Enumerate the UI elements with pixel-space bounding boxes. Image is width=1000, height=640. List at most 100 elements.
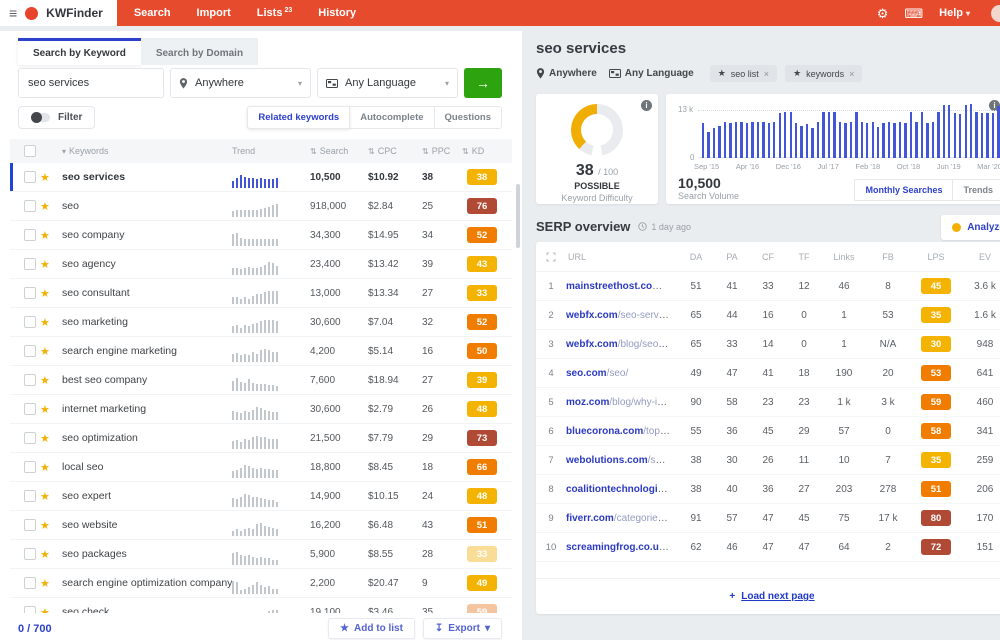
- row-checkbox[interactable]: [24, 316, 36, 328]
- row-checkbox[interactable]: [24, 432, 36, 444]
- favorite-star-icon[interactable]: ★: [40, 316, 62, 329]
- table-row[interactable]: ★seo marketing30,600$7.043252: [10, 308, 512, 337]
- serp-column-header-fb[interactable]: FB: [866, 252, 910, 262]
- keyword-search-input[interactable]: [18, 68, 164, 98]
- load-next-page-link[interactable]: + Load next page: [536, 578, 1000, 614]
- table-row[interactable]: ★seo agency23,400$13.423943: [10, 250, 512, 279]
- table-row[interactable]: ★search engine marketing4,200$5.141650: [10, 337, 512, 366]
- serp-column-header-ev[interactable]: EV: [962, 252, 1000, 262]
- table-row[interactable]: ★search engine optimization company2,200…: [10, 569, 512, 598]
- table-row[interactable]: ★seo check19,100$3.463559: [10, 598, 512, 613]
- table-row[interactable]: ★internet marketing30,600$2.792648: [10, 395, 512, 424]
- keyword-list-tag[interactable]: ★seo list×: [710, 65, 777, 82]
- favorite-star-icon[interactable]: ★: [40, 461, 62, 474]
- url-domain-link[interactable]: seo.com: [566, 368, 607, 379]
- favorite-star-icon[interactable]: ★: [40, 200, 62, 213]
- url-cell[interactable]: seo.com/seo/: [566, 368, 678, 379]
- row-checkbox[interactable]: [24, 461, 36, 473]
- serp-column-header-links[interactable]: Links: [822, 252, 866, 262]
- hamburger-menu-icon[interactable]: ≡: [9, 6, 17, 20]
- nav-item-lists[interactable]: Lists23: [244, 0, 305, 26]
- url-domain-link[interactable]: screamingfrog.co.uk: [566, 542, 669, 553]
- ppc-column-header[interactable]: ⇅ PPC: [422, 146, 462, 156]
- nav-item-import[interactable]: Import: [184, 0, 244, 26]
- url-domain-link[interactable]: coalitiontechnologies.com: [566, 484, 678, 495]
- search-submit-button[interactable]: →: [464, 68, 502, 98]
- row-checkbox[interactable]: [24, 229, 36, 241]
- serp-column-header-da[interactable]: DA: [678, 252, 714, 262]
- close-icon[interactable]: ×: [849, 69, 854, 79]
- serp-column-header-url[interactable]: URL: [566, 252, 678, 262]
- table-row[interactable]: ★seo consultant13,000$13.342733: [10, 279, 512, 308]
- filter-toggle-button[interactable]: Filter: [18, 106, 95, 129]
- table-row[interactable]: ★seo optimization21,500$7.792973: [10, 424, 512, 453]
- keywords-column-header[interactable]: ▾ Keywords: [62, 146, 232, 156]
- url-cell[interactable]: screamingfrog.co.uk/search-engine-…: [566, 542, 678, 553]
- row-checkbox[interactable]: [24, 200, 36, 212]
- row-checkbox[interactable]: [24, 519, 36, 531]
- url-domain-link[interactable]: moz.com: [566, 397, 609, 408]
- favorite-star-icon[interactable]: ★: [40, 171, 62, 184]
- row-checkbox[interactable]: [24, 577, 36, 589]
- url-domain-link[interactable]: fiverr.com: [566, 513, 614, 524]
- expand-icon[interactable]: [546, 252, 556, 262]
- filter-toggle-switch[interactable]: [31, 113, 50, 122]
- row-checkbox[interactable]: [24, 171, 36, 183]
- location-select[interactable]: Anywhere ▾: [170, 68, 311, 98]
- url-cell[interactable]: moz.com/blog/why-i-stopped-selling-…: [566, 397, 678, 408]
- table-row[interactable]: ★seo website16,200$6.484351: [10, 511, 512, 540]
- help-menu[interactable]: Help ▾: [939, 7, 970, 19]
- favorite-star-icon[interactable]: ★: [40, 606, 62, 614]
- favorite-star-icon[interactable]: ★: [40, 229, 62, 242]
- analyze-serp-button[interactable]: Analyze SERP: [941, 215, 1000, 240]
- url-domain-link[interactable]: webfx.com: [566, 339, 618, 350]
- tab-search-by-keyword[interactable]: Search by Keyword: [18, 38, 141, 65]
- row-checkbox[interactable]: [24, 403, 36, 415]
- scrollbar-thumb[interactable]: [516, 184, 520, 248]
- row-checkbox[interactable]: [24, 287, 36, 299]
- kd-column-header[interactable]: ⇅ KD: [462, 146, 512, 156]
- url-cell[interactable]: mainstreethost.com/seo-services/: [566, 281, 678, 292]
- url-cell[interactable]: fiverr.com/categories/online-marketi…: [566, 513, 678, 524]
- select-all-checkbox[interactable]: [24, 145, 36, 157]
- favorite-star-icon[interactable]: ★: [40, 287, 62, 300]
- nav-item-history[interactable]: History: [305, 0, 369, 26]
- serp-column-header-tf[interactable]: TF: [786, 252, 822, 262]
- related-keywords-button[interactable]: Related keywords: [247, 106, 350, 129]
- serp-column-header-pa[interactable]: PA: [714, 252, 750, 262]
- favorite-star-icon[interactable]: ★: [40, 490, 62, 503]
- monthly-searches-button[interactable]: Monthly Searches: [854, 179, 953, 201]
- language-select[interactable]: Any Language ▾: [317, 68, 458, 98]
- table-row[interactable]: ★local seo18,800$8.451866: [10, 453, 512, 482]
- url-domain-link[interactable]: webolutions.com: [566, 455, 648, 466]
- row-checkbox[interactable]: [24, 548, 36, 560]
- keyword-list-tag[interactable]: ★keywords×: [785, 65, 862, 82]
- tab-search-by-domain[interactable]: Search by Domain: [141, 38, 258, 65]
- cpc-column-header[interactable]: ⇅ CPC: [368, 146, 422, 156]
- table-row[interactable]: ★seo918,000$2.842576: [10, 192, 512, 221]
- questions-button[interactable]: Questions: [434, 106, 502, 129]
- url-cell[interactable]: webfx.com/seo-services.html: [566, 310, 678, 321]
- add-to-list-button[interactable]: ★ Add to list: [328, 618, 415, 639]
- settings-gear-icon[interactable]: ⚙: [877, 7, 889, 20]
- serp-column-header-cf[interactable]: CF: [750, 252, 786, 262]
- table-row[interactable]: ★seo services10,500$10.923838: [10, 163, 512, 192]
- close-icon[interactable]: ×: [764, 69, 769, 79]
- favorite-star-icon[interactable]: ★: [40, 577, 62, 590]
- table-row[interactable]: ★seo packages5,900$8.552833: [10, 540, 512, 569]
- table-row[interactable]: ★best seo company7,600$18.942739: [10, 366, 512, 395]
- favorite-star-icon[interactable]: ★: [40, 519, 62, 532]
- search-column-header[interactable]: ⇅ Search: [310, 146, 368, 156]
- nav-item-search[interactable]: Search: [121, 0, 184, 26]
- autocomplete-button[interactable]: Autocomplete: [349, 106, 434, 129]
- table-row[interactable]: ★seo company34,300$14.953452: [10, 221, 512, 250]
- keyboard-shortcuts-icon[interactable]: ⌨: [904, 7, 923, 20]
- url-domain-link[interactable]: mainstreethost.com: [566, 281, 662, 292]
- row-checkbox[interactable]: [24, 606, 36, 613]
- row-checkbox[interactable]: [24, 345, 36, 357]
- row-checkbox[interactable]: [24, 374, 36, 386]
- row-checkbox[interactable]: [24, 490, 36, 502]
- url-cell[interactable]: coalitiontechnologies.com/seo-searc…: [566, 484, 678, 495]
- favorite-star-icon[interactable]: ★: [40, 403, 62, 416]
- favorite-star-icon[interactable]: ★: [40, 345, 62, 358]
